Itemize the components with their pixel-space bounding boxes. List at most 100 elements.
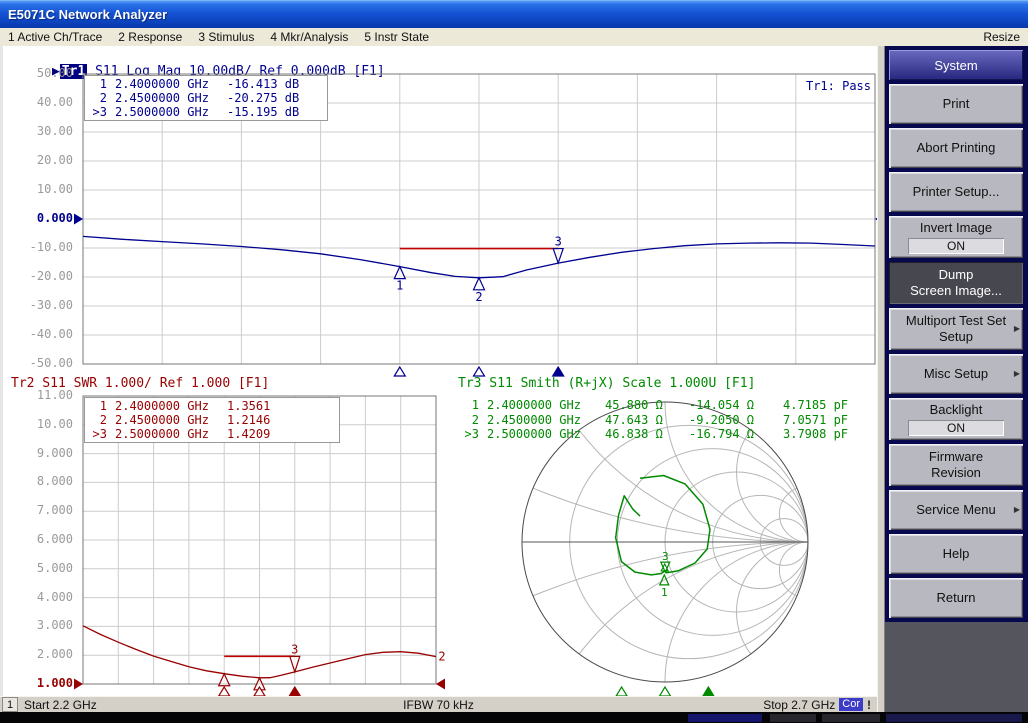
softkey-invert-image[interactable]: Invert ImageON <box>889 216 1023 258</box>
marker-cell: 4.7185 pF <box>783 398 857 413</box>
menu-item-2[interactable]: 2 Response <box>110 30 190 44</box>
y-tick-label: 11.00 <box>15 388 73 402</box>
svg-text:3: 3 <box>662 550 669 563</box>
marker-cell: 46.838 Ω <box>605 427 681 442</box>
svg-text:2: 2 <box>438 650 445 664</box>
softkey-printer-setup[interactable]: Printer Setup... <box>889 172 1023 212</box>
tr3-marker-table: 12.4000000 GHz45.880 Ω-14.054 Ω4.7185 pF… <box>461 398 857 442</box>
taskbar-item <box>886 714 1022 722</box>
stop-frequency-readout: Stop 2.7 GHz <box>763 698 835 712</box>
menu-item-5[interactable]: 5 Instr State <box>356 30 437 44</box>
marker-cell: -14.054 Ω <box>689 398 775 413</box>
y-tick-label: 8.000 <box>15 474 73 488</box>
y-tick-label: -30.00 <box>15 298 73 312</box>
y-tick-label: 9.000 <box>15 446 73 460</box>
submenu-arrow-icon: ▶ <box>1014 324 1020 334</box>
softkey-service-menu[interactable]: Service Menu▶ <box>889 490 1023 530</box>
y-tick-label: 3.000 <box>15 618 73 632</box>
window-titlebar: E5071C Network Analyzer <box>0 0 1028 28</box>
menu-item-1[interactable]: 1 Active Ch/Trace <box>0 30 110 44</box>
marker-cell: 1 <box>87 77 107 91</box>
marker-readout-row: 2 2.4500000 GHz -20.275 dB <box>87 91 325 105</box>
softkey-misc-setup[interactable]: Misc Setup ▶ <box>889 354 1023 394</box>
tr3-header: Tr3 S11 Smith (R+jX) Scale 1.000U [F1] <box>458 376 755 391</box>
softkey-multiport-test-set-setup[interactable]: Multiport Test Set Setup ▶ <box>889 308 1023 350</box>
y-tick-label: 6.000 <box>15 532 73 546</box>
marker-cell: >3 <box>87 427 107 441</box>
softkey-empty-area <box>885 622 1028 712</box>
softkey-label: Return <box>936 590 975 606</box>
svg-text:1: 1 <box>396 279 403 293</box>
y-tick-label: 1.000 <box>15 676 73 690</box>
y-tick-label: -50.00 <box>15 356 73 370</box>
marker-readout-row: >32.5000000 GHz1.4209 <box>87 427 337 441</box>
marker-cell: -16.413 dB <box>227 77 307 91</box>
submenu-arrow-icon: ▶ <box>1014 369 1020 379</box>
taskbar-item <box>770 714 816 722</box>
tr3-smith-chart: 13 <box>522 400 808 698</box>
softkey-toggle-state[interactable]: ON <box>908 420 1004 436</box>
marker-cell: 2.5000000 GHz <box>115 427 219 441</box>
y-tick-label: 0.000 <box>15 211 73 225</box>
resize-menu-item[interactable]: Resize <box>975 30 1028 44</box>
softkey-label: Misc Setup <box>924 366 988 382</box>
svg-text:3: 3 <box>555 235 562 249</box>
softkey-help[interactable]: Help <box>889 534 1023 574</box>
marker-cell: 2 <box>87 413 107 427</box>
menu-bar: 1 Active Ch/Trace2 Response3 Stimulus4 M… <box>0 28 1028 47</box>
y-tick-label: -20.00 <box>15 269 73 283</box>
svg-text:2: 2 <box>475 290 482 304</box>
softkey-label: Print <box>943 96 970 112</box>
y-tick-label: 10.00 <box>15 182 73 196</box>
softkey-backlight[interactable]: Backlight ON <box>889 398 1023 440</box>
taskbar-strip <box>0 712 1028 723</box>
y-tick-label: -10.00 <box>15 240 73 254</box>
window-title: E5071C Network Analyzer <box>0 7 167 22</box>
tr1-marker-table: 12.4000000 GHz-16.413 dB2 2.4500000 GHz -2… <box>84 75 328 121</box>
softkey-label: Dump Screen Image... <box>910 267 1002 300</box>
warning-indicator: ! <box>867 698 873 712</box>
y-tick-label: 20.00 <box>15 153 73 167</box>
softkey-label: Multiport Test Set Setup <box>906 313 1006 346</box>
y-tick-label: 40.00 <box>15 95 73 109</box>
ifbw-readout: IFBW 70 kHz <box>0 698 877 712</box>
y-tick-label: 2.000 <box>15 647 73 661</box>
y-tick-label: 30.00 <box>15 124 73 138</box>
marker-cell: 47.643 Ω <box>605 413 681 428</box>
y-tick-label: 4.000 <box>15 590 73 604</box>
softkey-toggle-state[interactable]: ON <box>908 238 1004 254</box>
softkey-abort-printing[interactable]: Abort Printing <box>889 128 1023 168</box>
tr2-marker-table: 12.4000000 GHz1.356122.4500000 GHz1.2146… <box>84 397 340 443</box>
marker-cell: 2 <box>461 413 479 428</box>
status-bar: 1 IFBW 70 kHz Start 2.2 GHz Stop 2.7 GHz… <box>0 696 877 712</box>
softkey-label: Service Menu <box>916 502 995 518</box>
screen-sidebar-divider <box>877 46 885 712</box>
analyzer-screen: ▶Tr1 S11 Log Mag 10.00dB/ Ref 0.000dB [F… <box>0 46 877 696</box>
marker-readout-row: 12.4000000 GHz45.880 Ω-14.054 Ω4.7185 pF <box>461 398 857 413</box>
marker-cell: 2 <box>87 91 107 105</box>
marker-cell: >3 <box>87 105 107 119</box>
softkey-label: Help <box>943 546 970 562</box>
softkey-return[interactable]: Return <box>889 578 1023 618</box>
marker-readout-row: 2 2.4500000 GHz 47.643 Ω -9.2050 Ω 7.0571 pF <box>461 413 857 428</box>
marker-readout-row: 12.4000000 GHz-16.413 dB <box>87 77 325 91</box>
marker-cell: -20.275 dB <box>227 91 307 105</box>
marker-cell: 2.4500000 GHz <box>487 413 597 428</box>
softkey-firmware-revision[interactable]: Firmware Revision <box>889 444 1023 486</box>
marker-cell: 1.3561 <box>227 399 287 413</box>
marker-cell: 7.0571 pF <box>783 413 857 428</box>
marker-cell: -9.2050 Ω <box>689 413 775 428</box>
marker-readout-row: >32.5000000 GHz-15.195 dB <box>87 105 325 119</box>
softkey-print[interactable]: Print <box>889 84 1023 124</box>
marker-cell: 2.4500000 GHz <box>115 413 219 427</box>
softkey-label: Backlight <box>930 402 983 418</box>
softkey-system: System <box>889 50 1023 80</box>
menu-item-3[interactable]: 3 Stimulus <box>190 30 262 44</box>
softkey-label: Abort Printing <box>917 140 996 156</box>
y-tick-label: -40.00 <box>15 327 73 341</box>
taskbar-item <box>822 714 880 722</box>
softkey-dump-screen-image[interactable]: Dump Screen Image... <box>889 262 1023 304</box>
y-tick-label: 10.00 <box>15 417 73 431</box>
menu-item-4[interactable]: 4 Mkr/Analysis <box>262 30 356 44</box>
marker-cell: 2.4500000 GHz <box>115 91 219 105</box>
